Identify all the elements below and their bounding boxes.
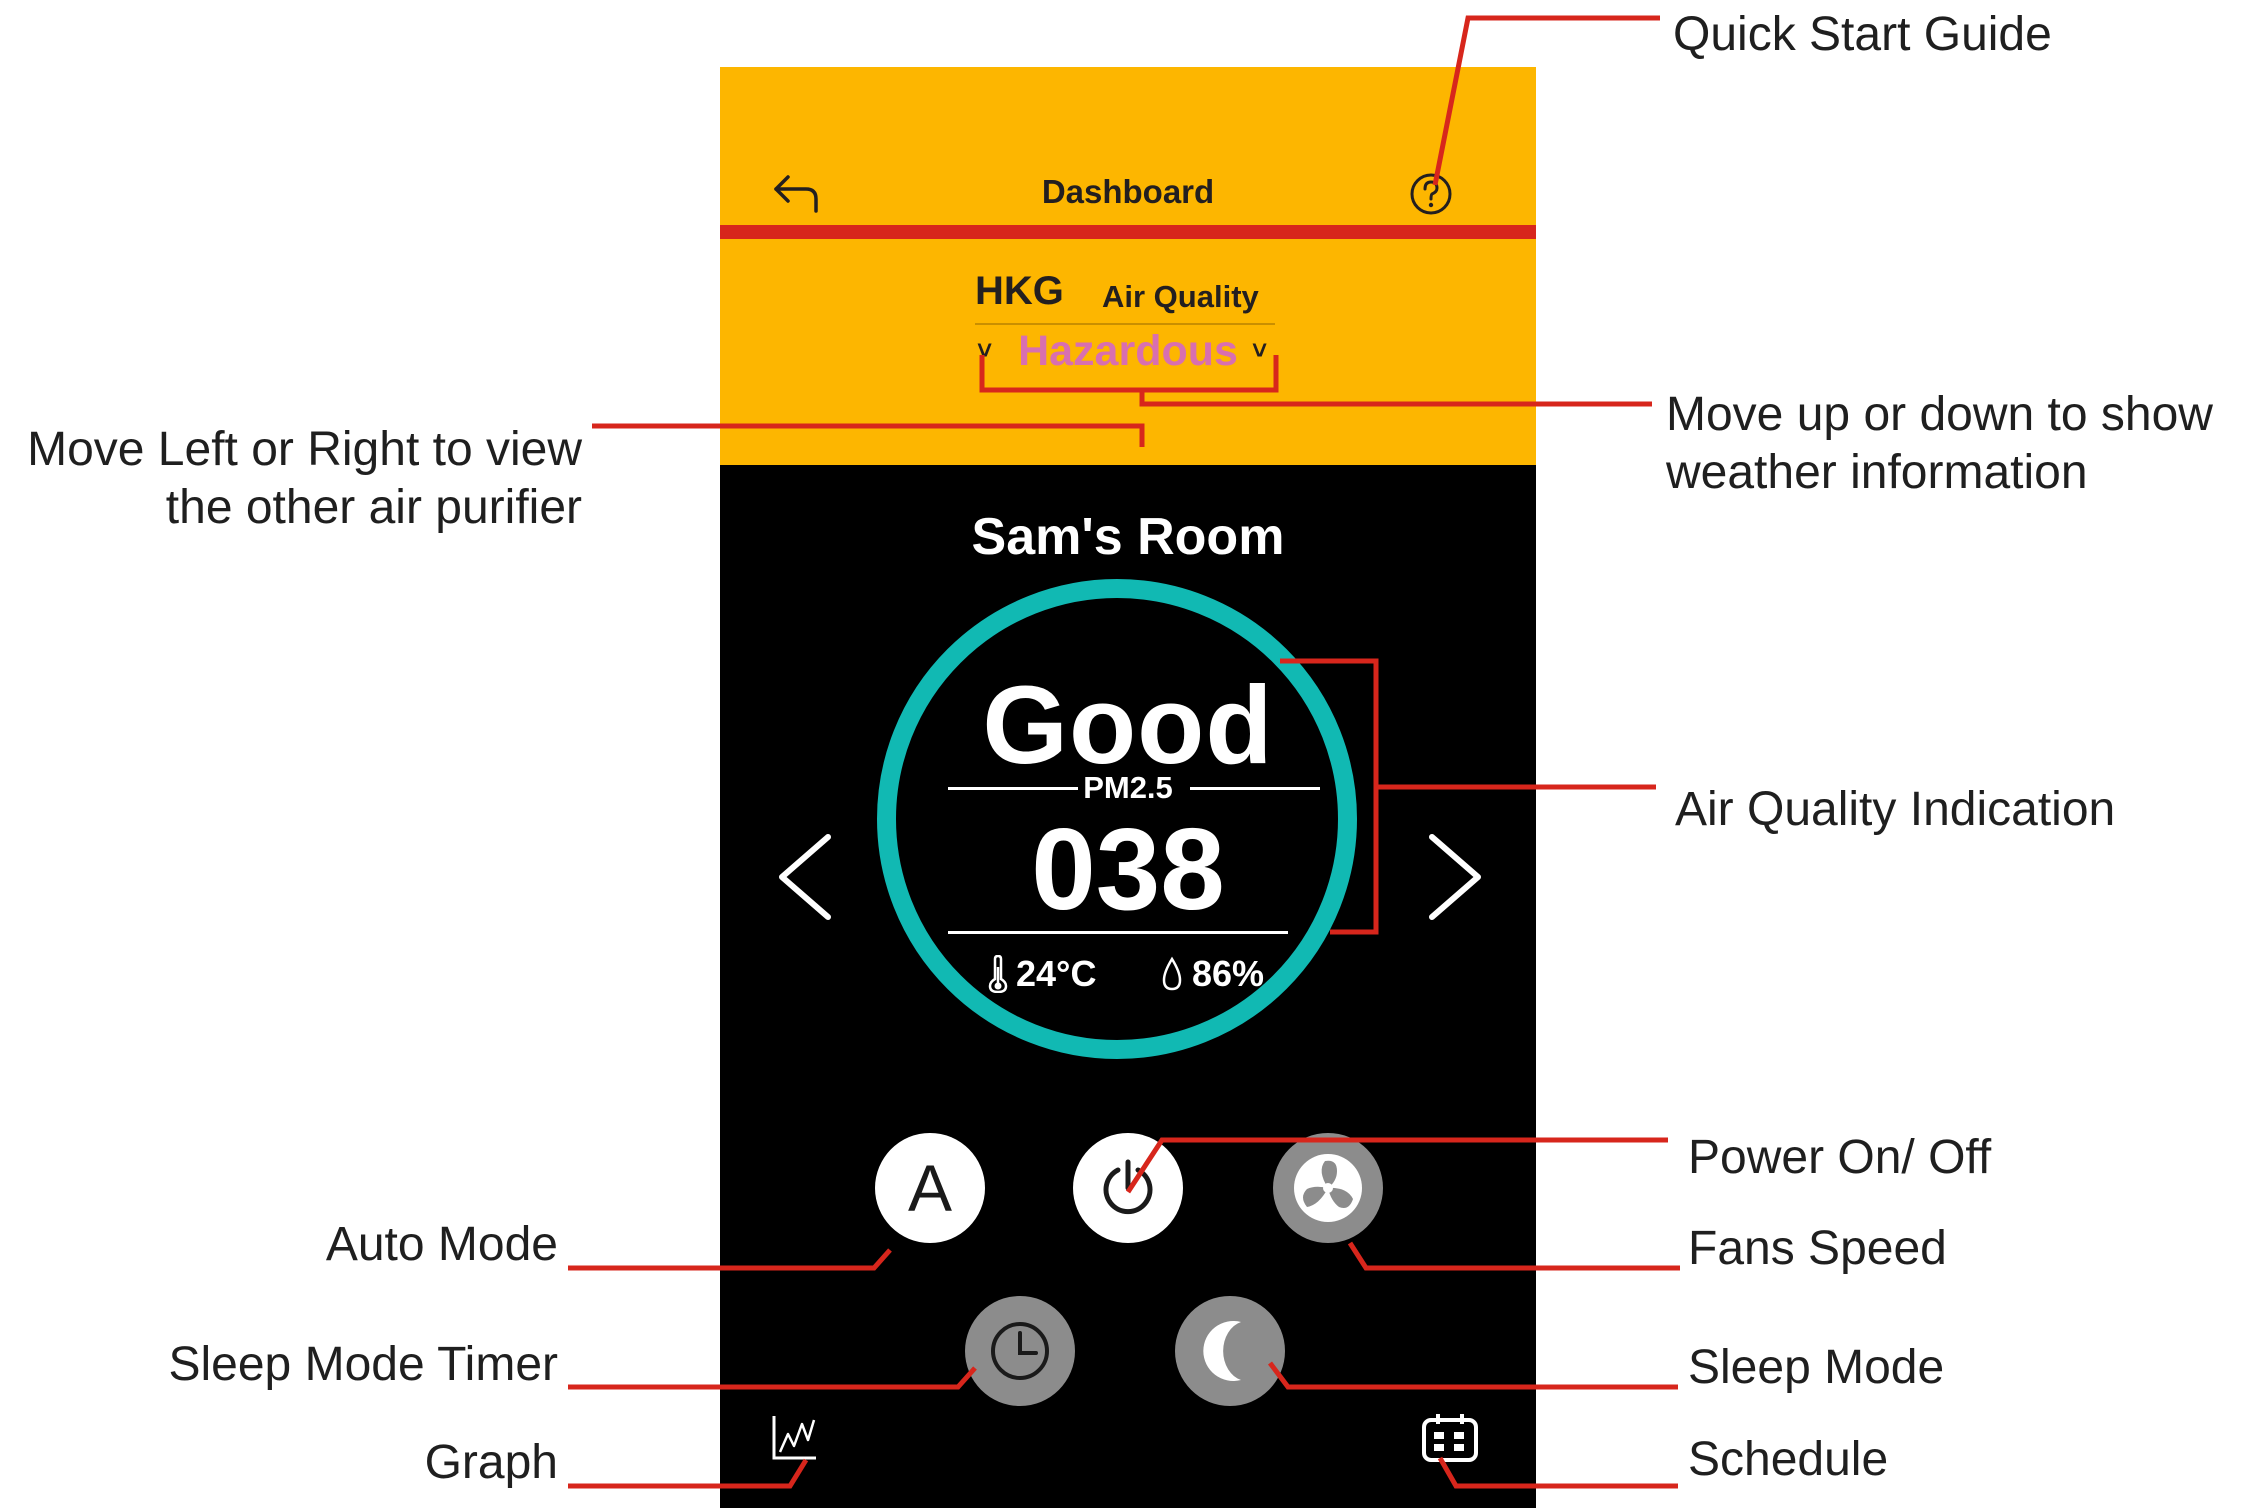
- annotation-move-updown-1: Move up or down to show: [1666, 388, 2213, 441]
- moon-icon: [1203, 1321, 1241, 1381]
- calendar-icon[interactable]: [1420, 1412, 1480, 1464]
- header-bar: Dashboard: [720, 67, 1536, 225]
- sleep-mode-button[interactable]: [1175, 1296, 1285, 1406]
- temperature-reading: 24°C: [988, 953, 1096, 995]
- phone-screen: Dashboard HKG Air Quality ˅ ˅ Hazardous …: [720, 67, 1536, 1508]
- power-button[interactable]: [1073, 1133, 1183, 1243]
- annotation-move-leftright-1: Move Left or Right to view: [27, 423, 582, 476]
- reading-divider: [948, 931, 1288, 934]
- pm25-label: PM2.5: [1083, 770, 1173, 805]
- annotation-power: Power On/ Off: [1688, 1131, 1992, 1184]
- auto-mode-label: A: [907, 1151, 953, 1225]
- annotation-schedule: Schedule: [1688, 1433, 1889, 1486]
- sleep-timer-button[interactable]: [965, 1296, 1075, 1406]
- room-name: Sam's Room: [971, 508, 1285, 566]
- outdoor-air-quality-status: Hazardous: [1018, 327, 1238, 375]
- annotation-auto-mode: Auto Mode: [325, 1218, 558, 1271]
- humidity-value: 86%: [1192, 953, 1265, 994]
- thermometer-icon: [988, 955, 1008, 993]
- annotation-move-leftright-2: the other air purifier: [165, 481, 582, 534]
- annotation-move-updown-2: weather information: [1666, 446, 2088, 499]
- water-drop-icon: [1162, 956, 1182, 991]
- annotation-air-quality-indication: Air Quality Indication: [1675, 783, 2116, 836]
- annotation-quick-start: Quick Start Guide: [1673, 8, 2052, 61]
- humidity-reading: 86%: [1160, 953, 1264, 995]
- air-quality-label: Air Quality: [1102, 279, 1259, 314]
- annotation-sleep-timer: Sleep Mode Timer: [168, 1338, 558, 1391]
- fan-icon: [1294, 1154, 1362, 1222]
- annotation-graph: Graph: [424, 1436, 558, 1489]
- question-circle-icon[interactable]: [1408, 171, 1454, 217]
- auto-mode-button[interactable]: A: [875, 1133, 985, 1243]
- graph-icon[interactable]: [770, 1412, 820, 1464]
- air-quality-divider: [975, 323, 1275, 325]
- temperature-value: 24°C: [1016, 953, 1097, 994]
- header-divider: [720, 225, 1536, 239]
- annotation-fans-speed: Fans Speed: [1688, 1222, 1947, 1275]
- annotation-sleep-mode: Sleep Mode: [1688, 1341, 1945, 1394]
- power-icon: [1103, 1159, 1153, 1215]
- clock-icon: [991, 1322, 1049, 1380]
- city-code: HKG: [975, 269, 1064, 313]
- fan-speed-button[interactable]: [1273, 1133, 1383, 1243]
- pm25-value: 038: [1031, 804, 1225, 934]
- weather-air-quality-panel[interactable]: HKG Air Quality ˅ ˅ Hazardous: [720, 239, 1536, 465]
